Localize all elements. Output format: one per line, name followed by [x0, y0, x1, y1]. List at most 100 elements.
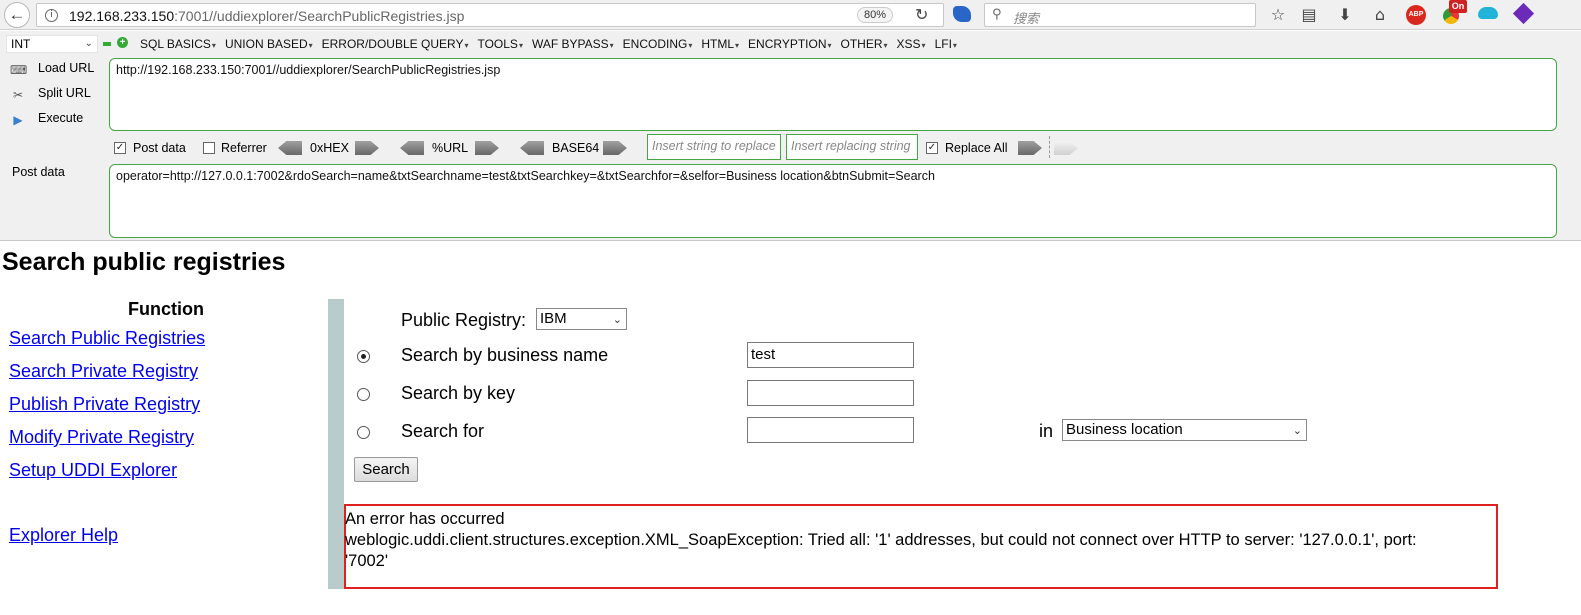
adblock-icon[interactable]: ABP: [1406, 5, 1426, 25]
link-search-public-registries[interactable]: Search Public Registries: [9, 328, 205, 349]
execute-label: Execute: [38, 111, 84, 125]
extension-shark-icon[interactable]: [953, 6, 971, 22]
menu-html[interactable]: HTML: [701, 37, 739, 51]
link-setup-uddi-explorer[interactable]: Setup UDDI Explorer: [9, 460, 177, 481]
public-registry-select[interactable]: IBM ⌄: [536, 308, 627, 330]
menu-xss[interactable]: XSS: [897, 37, 926, 51]
search-by-key-radio[interactable]: [357, 388, 370, 401]
address-text[interactable]: 192.168.233.150:7001//uddiexplorer/Searc…: [69, 8, 464, 24]
hackbar-url-textarea[interactable]: http://192.168.233.150:7001//uddiexplore…: [109, 58, 1557, 131]
search-name-input[interactable]: test: [747, 342, 914, 368]
referrer-checkbox[interactable]: [203, 142, 215, 154]
post-data-checkbox[interactable]: ✓: [114, 142, 126, 154]
url-host: 192.168.233.150: [69, 8, 175, 24]
error-detail: weblogic.uddi.client.structures.exceptio…: [345, 531, 1417, 549]
replace-string-input[interactable]: Insert string to replace: [647, 134, 781, 160]
in-label: in: [1039, 421, 1054, 441]
divider: [1049, 136, 1050, 158]
menu-error-double-query[interactable]: ERROR/DOUBLE QUERY: [322, 37, 469, 51]
url-decode-arrow-icon[interactable]: [400, 141, 424, 155]
replace-arrow-icon[interactable]: [1018, 141, 1042, 155]
menu-encoding[interactable]: ENCODING: [623, 37, 693, 51]
base64-encode-arrow-icon[interactable]: [603, 141, 627, 155]
search-for-input[interactable]: [747, 417, 914, 443]
replace-next-arrow-icon[interactable]: [1054, 141, 1078, 155]
post-data-label: Post data: [12, 165, 65, 179]
execute-button[interactable]: ▶ Execute: [10, 111, 83, 127]
referrer-checkbox-label: Referrer: [221, 141, 267, 155]
link-modify-private-registry[interactable]: Modify Private Registry: [9, 427, 194, 448]
search-icon: ⚲: [992, 7, 1002, 22]
base64-decode-arrow-icon[interactable]: [520, 141, 544, 155]
menu-other[interactable]: OTHER: [841, 37, 888, 51]
hex-label: 0xHEX: [310, 141, 349, 155]
browser-search-input[interactable]: ⚲ 搜索: [984, 3, 1256, 27]
url-path: :7001//uddiexplorer/SearchPublicRegistri…: [174, 8, 465, 24]
address-bar[interactable]: i 192.168.233.150:7001//uddiexplorer/Sea…: [36, 3, 944, 27]
category-select-value: Business location: [1066, 421, 1183, 438]
hackbar-menu-bar: SQL BASICS UNION BASED ERROR/DOUBLE QUERY T…: [140, 37, 966, 51]
hackbar-panel: INT ⌄ + SQL BASICS UNION BASED ERROR/DOUBL…: [0, 31, 1581, 241]
load-url-button[interactable]: ⌨ Load URL: [10, 61, 94, 77]
search-for-radio[interactable]: [357, 426, 370, 439]
search-button[interactable]: Search: [354, 457, 418, 482]
search-for-label: Search for: [401, 421, 485, 441]
menu-waf-bypass[interactable]: WAF BYPASS: [532, 37, 614, 51]
plus-icon[interactable]: +: [117, 37, 128, 48]
load-url-icon: ⌨: [10, 63, 28, 77]
error-detail-port: '7002': [345, 552, 389, 570]
back-arrow-icon[interactable]: ←: [4, 2, 30, 28]
type-select-value: INT: [11, 37, 31, 51]
content-divider-bar: [328, 299, 344, 589]
bookmark-star-icon[interactable]: ☆: [1267, 4, 1289, 26]
link-publish-private-registry[interactable]: Publish Private Registry: [9, 394, 200, 415]
menu-sql-basics[interactable]: SQL BASICS: [140, 37, 216, 51]
base64-label: BASE64: [552, 141, 600, 155]
browser-toolbar: ← i 192.168.233.150:7001//uddiexplorer/S…: [0, 0, 1581, 30]
zoom-badge[interactable]: 80%: [857, 7, 894, 23]
minus-icon[interactable]: [103, 42, 111, 46]
hackbar-type-select[interactable]: INT ⌄: [6, 35, 98, 53]
link-search-private-registry[interactable]: Search Private Registry: [9, 361, 198, 382]
menu-lfi[interactable]: LFI: [935, 37, 957, 51]
chevron-down-icon: ⌄: [1292, 424, 1302, 437]
post-data-textarea[interactable]: operator=http://127.0.0.1:7002&rdoSearch…: [109, 164, 1557, 238]
split-url-label: Split URL: [38, 86, 91, 100]
replace-all-label: Replace All: [945, 141, 1008, 155]
search-by-key-label: Search by key: [401, 383, 516, 403]
public-registry-select-value: IBM: [540, 310, 567, 327]
menu-union-based[interactable]: UNION BASED: [225, 37, 313, 51]
hex-decode-arrow-icon[interactable]: [278, 141, 302, 155]
search-for-category-select[interactable]: Business location ⌄: [1062, 419, 1307, 441]
search-by-name-radio[interactable]: [357, 350, 370, 363]
public-registry-label: Public Registry:: [401, 310, 527, 330]
function-heading: Function: [128, 299, 204, 319]
extension-on-badge: On: [1449, 0, 1467, 13]
library-icon[interactable]: ▤: [1298, 4, 1320, 26]
load-url-label: Load URL: [38, 61, 95, 75]
search-placeholder: 搜索: [1013, 11, 1040, 26]
replacing-string-input[interactable]: Insert replacing string: [786, 134, 918, 160]
menu-encryption[interactable]: ENCRYPTION: [748, 37, 831, 51]
menu-tools[interactable]: TOOLS: [477, 37, 522, 51]
reload-icon[interactable]: ↻: [915, 5, 928, 24]
replace-all-checkbox[interactable]: ✓: [926, 142, 938, 154]
split-url-icon: ✂: [12, 88, 24, 102]
error-title: An error has occurred: [345, 510, 505, 528]
chevron-down-icon: ⌄: [84, 38, 93, 49]
home-icon[interactable]: ⌂: [1369, 4, 1391, 26]
search-by-name-label: Search by business name: [401, 345, 609, 365]
link-explorer-help[interactable]: Explorer Help: [9, 525, 118, 546]
download-icon[interactable]: ⬇: [1334, 4, 1356, 26]
info-icon[interactable]: i: [45, 9, 58, 22]
search-key-input[interactable]: [747, 380, 914, 406]
gem-extension-icon[interactable]: [1512, 2, 1535, 25]
play-icon: ▶: [13, 113, 23, 127]
cloud-icon[interactable]: [1478, 7, 1498, 19]
post-data-checkbox-label: Post data: [133, 141, 186, 155]
url-encode-arrow-icon[interactable]: [475, 141, 499, 155]
split-url-button[interactable]: ✂ Split URL: [10, 86, 91, 102]
chevron-down-icon: ⌄: [612, 313, 622, 326]
page-title: Search public registries: [2, 248, 286, 276]
hex-encode-arrow-icon[interactable]: [355, 141, 379, 155]
